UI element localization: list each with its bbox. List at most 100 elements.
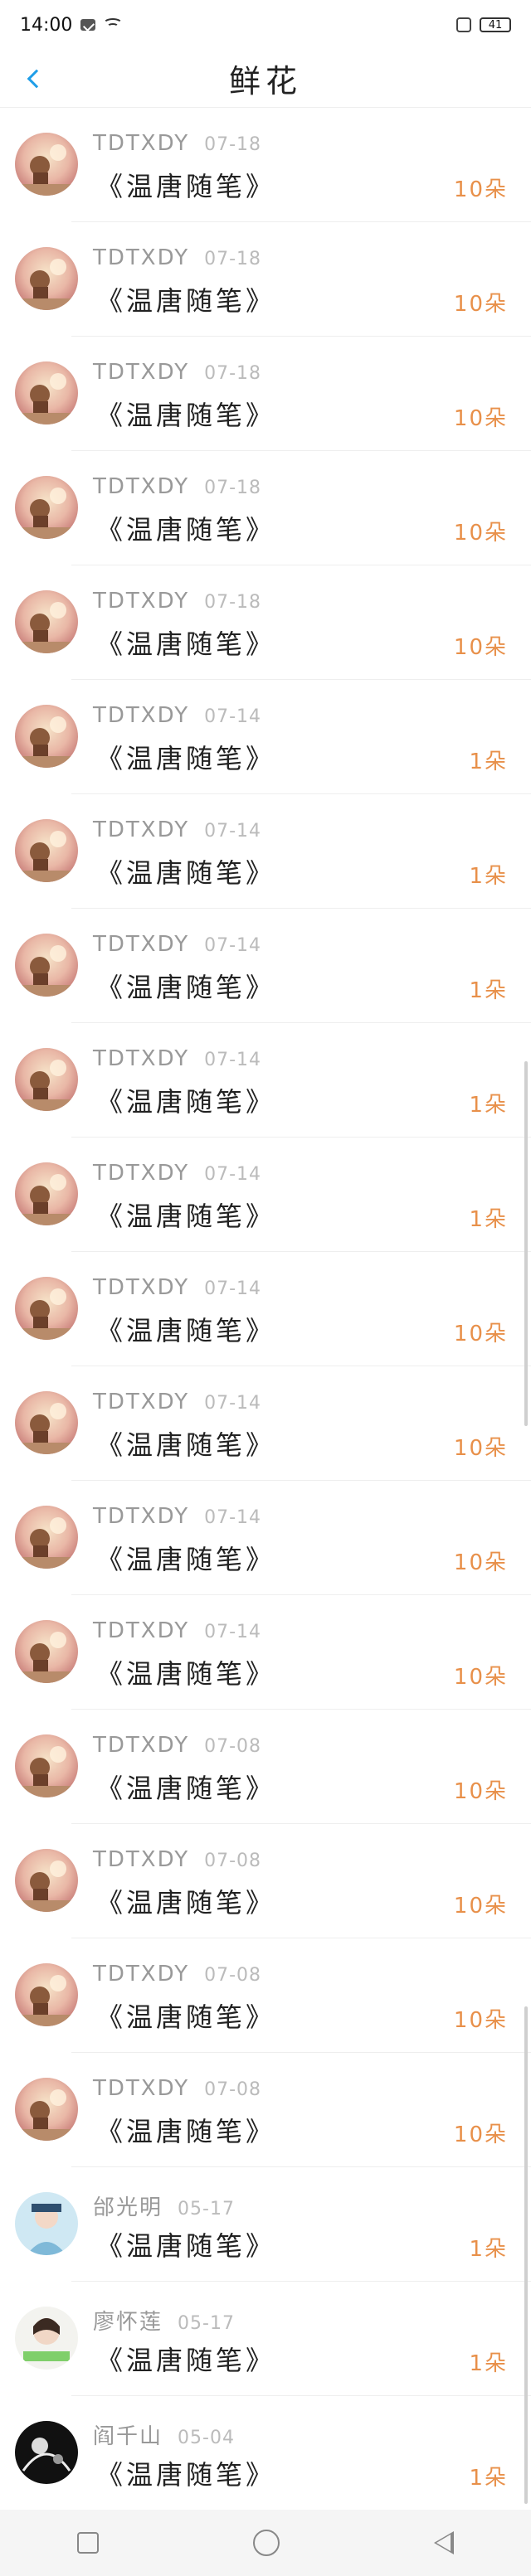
flower-count: 10朵: [453, 1322, 508, 1346]
user-name: TDTXDY: [93, 2076, 190, 2101]
flower-list: TDTXDY 07-18 《温唐随笔》 10朵 TDTXDY 07-18 《温唐随笔》 10朵…: [0, 108, 531, 2511]
user-name: TDTXDY: [93, 932, 190, 957]
list-item[interactable]: TDTXDY 07-14 《温唐随笔》 1朵: [0, 909, 531, 1023]
avatar[interactable]: [15, 2078, 78, 2141]
flower-count: 1朵: [469, 750, 508, 774]
flower-count: 1朵: [469, 2466, 508, 2491]
book-title: 《温唐随笔》: [96, 1315, 276, 1346]
home-button[interactable]: [253, 2530, 280, 2556]
avatar[interactable]: [15, 247, 78, 310]
flower-count: 10朵: [453, 521, 508, 546]
list-item[interactable]: TDTXDY 07-14 《温唐随笔》 10朵: [0, 1366, 531, 1481]
back-button[interactable]: [15, 60, 53, 98]
flower-count: 10朵: [453, 292, 508, 317]
avatar[interactable]: [15, 476, 78, 539]
avatar[interactable]: [15, 1277, 78, 1340]
name-line: TDTXDY 07-14: [93, 703, 261, 728]
list-item[interactable]: TDTXDY 07-08 《温唐随笔》 10朵: [0, 1938, 531, 2053]
book-title: 《温唐随笔》: [96, 743, 276, 774]
back-nav-button[interactable]: [434, 2531, 454, 2554]
list-item[interactable]: TDTXDY 07-08 《温唐随笔》 10朵: [0, 1710, 531, 1824]
book-title: 《温唐随笔》: [96, 1887, 276, 1919]
list-item[interactable]: TDTXDY 07-14 《温唐随笔》 10朵: [0, 1595, 531, 1710]
user-name: TDTXDY: [93, 703, 190, 728]
list-item[interactable]: TDTXDY 07-08 《温唐随笔》 10朵: [0, 1824, 531, 1938]
date: 07-08: [204, 2079, 262, 2100]
avatar[interactable]: [15, 1506, 78, 1569]
book-title: 《温唐随笔》: [96, 2459, 276, 2491]
list-item[interactable]: TDTXDY 07-14 《温唐随笔》 1朵: [0, 1023, 531, 1138]
date: 05-17: [178, 2199, 235, 2219]
name-line: TDTXDY 07-14: [93, 932, 261, 957]
user-name: 邰光明: [93, 2195, 163, 2220]
recent-apps-button[interactable]: [77, 2532, 99, 2554]
avatar[interactable]: [15, 590, 78, 653]
book-title: 《温唐随笔》: [96, 2230, 276, 2262]
list-item[interactable]: 阎千山 05-04 《温唐随笔》 1朵: [0, 2396, 531, 2511]
date: 07-08: [204, 1736, 262, 1757]
book-title: 《温唐随笔》: [96, 1429, 276, 1461]
avatar[interactable]: [15, 2307, 78, 2370]
user-name: TDTXDY: [93, 1275, 190, 1300]
status-bar: 14:00 41: [0, 0, 531, 50]
list-item[interactable]: TDTXDY 07-18 《温唐随笔》 10朵: [0, 108, 531, 222]
book-title: 《温唐随笔》: [96, 400, 276, 431]
date: 07-18: [204, 134, 262, 155]
date: 07-14: [204, 1622, 262, 1642]
battery-icon: 41: [480, 17, 511, 32]
list-item[interactable]: TDTXDY 07-18 《温唐随笔》 10朵: [0, 451, 531, 565]
date: 07-14: [204, 706, 262, 727]
chevron-left-icon: [27, 69, 46, 89]
name-line: TDTXDY 07-14: [93, 1390, 261, 1414]
flower-count: 10朵: [453, 1665, 508, 1690]
name-line: TDTXDY 07-14: [93, 1275, 261, 1300]
avatar[interactable]: [15, 705, 78, 768]
book-title: 《温唐随笔》: [96, 1086, 276, 1118]
list-item[interactable]: TDTXDY 07-18 《温唐随笔》 10朵: [0, 337, 531, 451]
avatar[interactable]: [15, 1048, 78, 1111]
list-item[interactable]: TDTXDY 07-14 《温唐随笔》 10朵: [0, 1252, 531, 1366]
date: 05-04: [178, 2428, 235, 2448]
list-item[interactable]: TDTXDY 07-14 《温唐随笔》 10朵: [0, 1481, 531, 1595]
avatar[interactable]: [15, 361, 78, 424]
avatar[interactable]: [15, 1849, 78, 1912]
user-name: TDTXDY: [93, 817, 190, 842]
avatar[interactable]: [15, 1162, 78, 1225]
date: 07-18: [204, 478, 262, 498]
status-right: 41: [456, 17, 511, 32]
avatar[interactable]: [15, 1734, 78, 1797]
list-item[interactable]: TDTXDY 07-18 《温唐随笔》 10朵: [0, 222, 531, 337]
book-title: 《温唐随笔》: [96, 1544, 276, 1575]
date: 07-14: [204, 1164, 262, 1185]
avatar[interactable]: [15, 133, 78, 196]
scrollbar[interactable]: [524, 1061, 528, 1426]
list-item[interactable]: TDTXDY 07-18 《温唐随笔》 10朵: [0, 565, 531, 680]
user-name: TDTXDY: [93, 245, 190, 270]
user-name: TDTXDY: [93, 1733, 190, 1758]
flower-count: 10朵: [453, 635, 508, 660]
avatar[interactable]: [15, 1391, 78, 1454]
book-title: 《温唐随笔》: [96, 1773, 276, 1804]
name-line: 阎千山 05-04: [93, 2419, 235, 2450]
date: 07-14: [204, 1507, 262, 1528]
name-line: TDTXDY 07-14: [93, 1504, 261, 1529]
flower-count: 10朵: [453, 177, 508, 202]
user-name: TDTXDY: [93, 360, 190, 385]
list-item[interactable]: TDTXDY 07-14 《温唐随笔》 1朵: [0, 680, 531, 794]
list-item[interactable]: TDTXDY 07-14 《温唐随笔》 1朵: [0, 1138, 531, 1252]
list-item[interactable]: TDTXDY 07-14 《温唐随笔》 1朵: [0, 794, 531, 909]
avatar[interactable]: [15, 2192, 78, 2255]
avatar[interactable]: [15, 819, 78, 882]
date: 07-14: [204, 1050, 262, 1070]
list-item[interactable]: TDTXDY 07-08 《温唐随笔》 10朵: [0, 2053, 531, 2167]
list-item[interactable]: 邰光明 05-17 《温唐随笔》 1朵: [0, 2167, 531, 2282]
scrollbar[interactable]: [524, 2006, 528, 2504]
flower-count: 1朵: [469, 2237, 508, 2262]
date: 07-18: [204, 592, 262, 613]
avatar[interactable]: [15, 2421, 78, 2484]
avatar[interactable]: [15, 934, 78, 997]
name-line: TDTXDY 07-18: [93, 245, 261, 270]
list-item[interactable]: 廖怀莲 05-17 《温唐随笔》 1朵: [0, 2282, 531, 2396]
avatar[interactable]: [15, 1963, 78, 2026]
avatar[interactable]: [15, 1620, 78, 1683]
